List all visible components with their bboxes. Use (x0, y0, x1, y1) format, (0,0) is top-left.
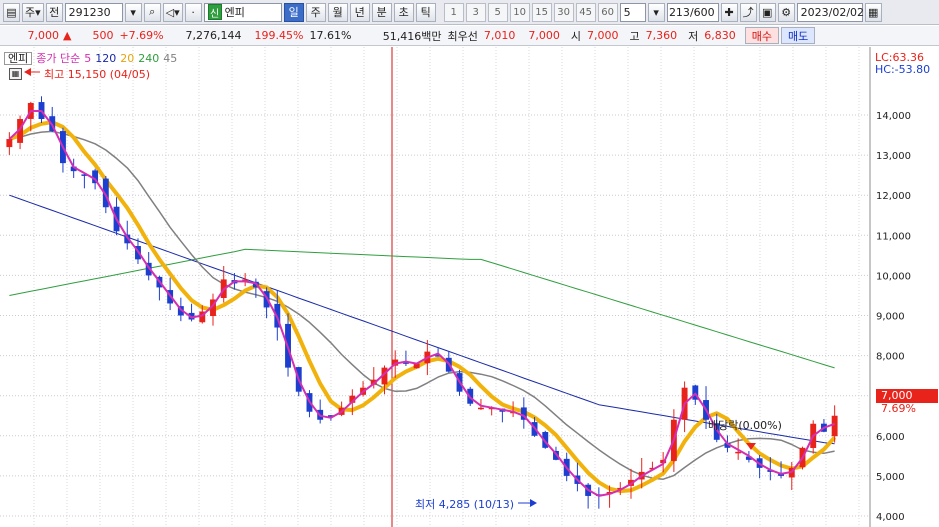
y-tick-label: 12,000 (876, 191, 911, 202)
y-axis: 4,0005,0006,0007,0008,0009,00010,00011,0… (876, 111, 911, 523)
legend-ma45: 45 (163, 51, 178, 65)
high-annotation: 최고 15,150 (04/05) (44, 68, 151, 81)
hc-value: HC:-53.80 (875, 63, 931, 76)
low-arrow-icon (530, 499, 537, 507)
y-tick-label: 14,000 (876, 111, 911, 122)
y-tick-label: 9,000 (876, 312, 905, 323)
calculator-icon[interactable]: ▦ (9, 68, 22, 80)
ma120-polyline (9, 194, 835, 445)
candle-body (831, 415, 838, 437)
candle-body (478, 407, 484, 410)
current-price-tag: 7,000 (876, 389, 938, 403)
ma5-polyline (8, 110, 835, 497)
legend-ma20: 20 (120, 51, 135, 65)
legend-ma120: 120 (95, 51, 117, 65)
legend-ma240: 240 (138, 51, 160, 65)
low-annotation: 최저 4,285 (10/13) (415, 498, 515, 511)
y-tick-label: 13,000 (876, 151, 911, 162)
ma20-line (8, 120, 837, 494)
y-tick-label: 11,000 (876, 231, 911, 242)
legend-stock-name[interactable]: 엔피 (4, 51, 33, 65)
y-tick-label: 5,000 (876, 472, 905, 483)
chart-grid (0, 47, 870, 527)
y-tick-label: 8,000 (876, 352, 905, 363)
legend-ma5: 5 (84, 51, 92, 65)
high-arrow-icon (24, 68, 31, 76)
y-tick-label: 10,000 (876, 271, 911, 282)
candles (6, 96, 838, 509)
dividend-annotation: 배당락(0.00%) (708, 419, 782, 432)
y-tick-label: 4,000 (876, 512, 905, 523)
chart-legend: 엔피 종가 단순 5 120 20 240 45 (4, 51, 177, 65)
ma120-line (9, 194, 835, 445)
ma5-line (8, 110, 835, 497)
candle-body (6, 139, 13, 148)
legend-indicator: 종가 단순 (36, 52, 81, 65)
y-tick-label: 6,000 (876, 432, 905, 443)
current-pct-tag: 7.69% (881, 402, 916, 415)
ma20-polyline (8, 120, 837, 494)
